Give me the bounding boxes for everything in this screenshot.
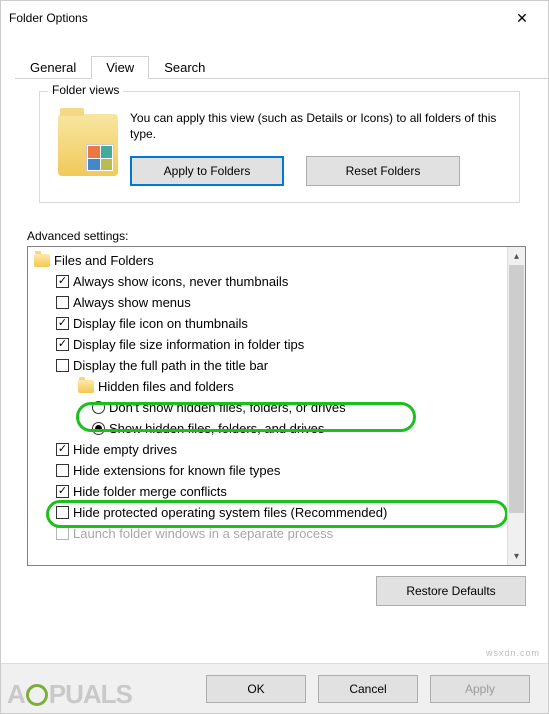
folder-icon bbox=[78, 380, 94, 393]
reset-folders-button[interactable]: Reset Folders bbox=[306, 156, 460, 186]
folder-views-desc: You can apply this view (such as Details… bbox=[130, 110, 507, 142]
vertical-scrollbar[interactable]: ▴ ▾ bbox=[507, 247, 525, 565]
opt-display-size-tips[interactable]: Display file size information in folder … bbox=[73, 334, 304, 355]
dialog-footer: OK Cancel Apply bbox=[1, 663, 548, 713]
advanced-label: Advanced settings: bbox=[27, 229, 548, 243]
opt-display-icon-thumbs[interactable]: Display file icon on thumbnails bbox=[73, 313, 248, 334]
opt-show-hidden[interactable]: Show hidden files, folders, and drives bbox=[109, 418, 324, 439]
folder-views-group: Folder views You can apply this view (su… bbox=[39, 91, 520, 203]
restore-defaults-button[interactable]: Restore Defaults bbox=[376, 576, 526, 606]
folder-options-dialog: Folder Options ✕ General View Search Fol… bbox=[0, 0, 549, 714]
folder-views-legend: Folder views bbox=[48, 83, 123, 97]
opt-display-full-path[interactable]: Display the full path in the title bar bbox=[73, 355, 268, 376]
opt-always-menus[interactable]: Always show menus bbox=[73, 292, 191, 313]
folder-icon bbox=[34, 254, 50, 267]
opt-hide-merge[interactable]: Hide folder merge conflicts bbox=[73, 481, 227, 502]
tab-general[interactable]: General bbox=[15, 56, 91, 79]
close-icon[interactable]: ✕ bbox=[502, 4, 542, 32]
window-title: Folder Options bbox=[9, 11, 88, 25]
checkbox-icon[interactable] bbox=[56, 296, 69, 309]
radio-icon[interactable] bbox=[92, 422, 105, 435]
radio-icon[interactable] bbox=[92, 401, 105, 414]
group-hidden: Hidden files and folders bbox=[98, 376, 234, 397]
tree-content[interactable]: Files and Folders ✓ Always show icons, ne… bbox=[28, 247, 507, 565]
apply-to-folders-button[interactable]: Apply to Folders bbox=[130, 156, 284, 186]
scroll-down-icon[interactable]: ▾ bbox=[508, 547, 525, 565]
checkbox-icon[interactable] bbox=[56, 359, 69, 372]
advanced-settings-tree: Files and Folders ✓ Always show icons, ne… bbox=[27, 246, 526, 566]
watermark-text: wsxdn.com bbox=[486, 648, 540, 658]
tab-strip: General View Search bbox=[15, 53, 548, 79]
opt-hide-empty[interactable]: Hide empty drives bbox=[73, 439, 177, 460]
checkbox-icon[interactable] bbox=[56, 464, 69, 477]
checkbox-icon[interactable]: ✓ bbox=[56, 443, 69, 456]
checkbox-icon[interactable]: ✓ bbox=[56, 275, 69, 288]
checkbox-icon[interactable]: ✓ bbox=[56, 338, 69, 351]
tree-root: Files and Folders bbox=[54, 250, 154, 271]
opt-dont-show-hidden[interactable]: Don't show hidden files, folders, or dri… bbox=[109, 397, 346, 418]
folder-icon bbox=[58, 114, 118, 176]
ok-button[interactable]: OK bbox=[206, 675, 306, 703]
tab-search[interactable]: Search bbox=[149, 56, 220, 79]
tab-view[interactable]: View bbox=[91, 56, 149, 79]
opt-hide-protected[interactable]: Hide protected operating system files (R… bbox=[73, 502, 387, 523]
opt-launch-separate[interactable]: Launch folder windows in a separate proc… bbox=[73, 523, 333, 544]
opt-hide-ext[interactable]: Hide extensions for known file types bbox=[73, 460, 280, 481]
checkbox-icon[interactable]: ✓ bbox=[56, 485, 69, 498]
apply-button[interactable]: Apply bbox=[430, 675, 530, 703]
scroll-thumb[interactable] bbox=[509, 265, 524, 513]
opt-always-icons[interactable]: Always show icons, never thumbnails bbox=[73, 271, 288, 292]
checkbox-icon[interactable]: ✓ bbox=[56, 317, 69, 330]
title-bar: Folder Options ✕ bbox=[1, 1, 548, 33]
cancel-button[interactable]: Cancel bbox=[318, 675, 418, 703]
checkbox-icon[interactable] bbox=[56, 527, 69, 540]
checkbox-icon[interactable] bbox=[56, 506, 69, 519]
scroll-up-icon[interactable]: ▴ bbox=[508, 247, 525, 265]
